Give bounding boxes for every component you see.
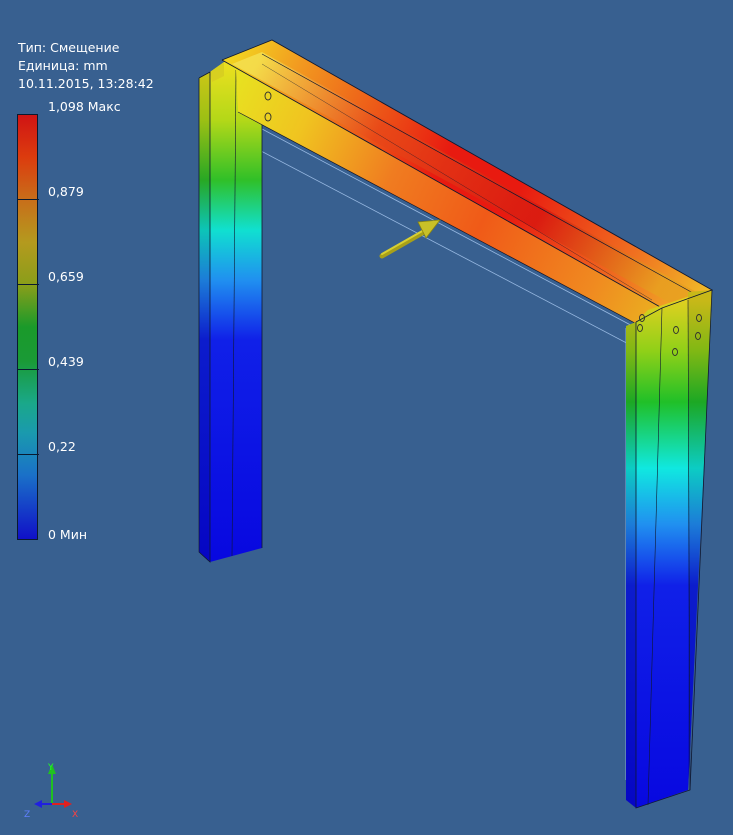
z-axis-label: Z: [24, 810, 30, 820]
x-axis-label: X: [72, 810, 78, 820]
frame-top-beam: [221, 39, 714, 331]
frame-model-viewport[interactable]: [0, 0, 733, 835]
frame-right-leg: [626, 289, 713, 809]
z-axis-arrow-icon: [34, 800, 42, 808]
x-axis-arrow-icon: [64, 800, 72, 808]
y-axis-label: Y: [47, 763, 54, 773]
axis-triad[interactable]: Y X Z: [22, 760, 92, 822]
frame-left-leg: [198, 52, 263, 563]
load-arrow-icon[interactable]: [379, 219, 441, 259]
